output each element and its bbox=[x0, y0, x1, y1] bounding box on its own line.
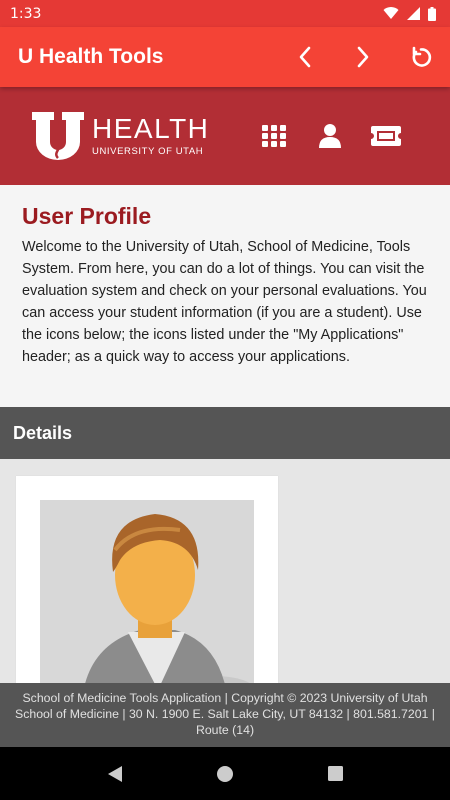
footer-text: School of Medicine Tools Application | C… bbox=[15, 691, 435, 737]
chevron-left-icon bbox=[299, 46, 311, 68]
page-title: User Profile bbox=[22, 203, 152, 229]
app-title: U Health Tools bbox=[18, 45, 164, 68]
logo-text: HEALTH UNIVERSITY OF UTAH bbox=[92, 113, 210, 158]
square-recents-icon bbox=[327, 766, 343, 781]
forward-button[interactable] bbox=[334, 27, 392, 87]
person-icon bbox=[319, 124, 341, 148]
triangle-back-icon bbox=[108, 765, 122, 782]
ticket-icon bbox=[371, 126, 401, 146]
refresh-icon bbox=[412, 46, 432, 67]
details-title: Details bbox=[13, 422, 73, 443]
header-icons bbox=[246, 116, 414, 156]
refresh-button[interactable] bbox=[392, 27, 450, 87]
chevron-right-icon bbox=[357, 46, 369, 68]
intro-text: Welcome to the University of Utah, Schoo… bbox=[22, 239, 427, 365]
nav-recents-button[interactable] bbox=[305, 747, 365, 800]
u-health-logo[interactable]: HEALTH UNIVERSITY OF UTAH bbox=[32, 112, 209, 160]
brand-header: HEALTH UNIVERSITY OF UTAH bbox=[0, 87, 450, 185]
ticket-button[interactable] bbox=[358, 116, 414, 156]
u-logo-mark-icon bbox=[32, 112, 84, 160]
app-actions bbox=[276, 27, 450, 87]
battery-icon bbox=[428, 6, 436, 21]
status-time: 1:33 bbox=[10, 5, 42, 22]
status-icons bbox=[383, 6, 436, 21]
intro-section: User Profile Welcome to the University o… bbox=[0, 185, 450, 407]
circle-home-icon bbox=[217, 765, 233, 782]
avatar bbox=[40, 500, 254, 683]
nav-back-button[interactable] bbox=[85, 747, 145, 800]
logo-health: HEALTH bbox=[92, 113, 210, 144]
system-nav-bar bbox=[0, 747, 450, 800]
logo-subtitle: UNIVERSITY OF UTAH bbox=[92, 146, 204, 157]
footer: School of Medicine Tools Application | C… bbox=[0, 683, 450, 747]
profile-button[interactable] bbox=[302, 116, 358, 156]
grid-icon bbox=[262, 125, 286, 147]
apps-button[interactable] bbox=[246, 116, 302, 156]
default-avatar-icon bbox=[85, 514, 250, 683]
profile-photo-card bbox=[16, 476, 278, 683]
details-area bbox=[0, 459, 450, 683]
nav-home-button[interactable] bbox=[195, 747, 255, 800]
status-bar: 1:33 bbox=[0, 0, 450, 27]
details-header: Details bbox=[0, 407, 450, 459]
wifi-icon bbox=[383, 7, 399, 20]
signal-icon bbox=[407, 7, 420, 20]
app-bar: U Health Tools bbox=[0, 27, 450, 87]
back-button[interactable] bbox=[276, 27, 334, 87]
